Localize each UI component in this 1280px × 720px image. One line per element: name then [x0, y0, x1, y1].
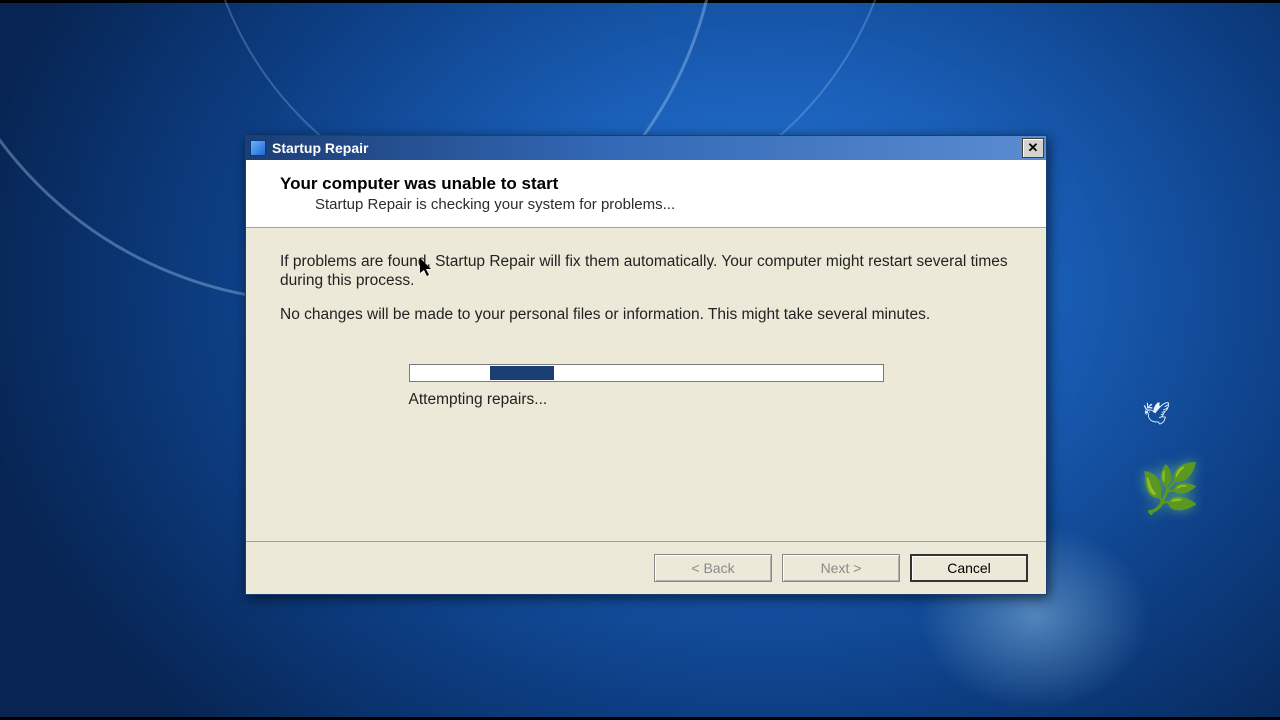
bird-icon: 🕊 [1142, 401, 1170, 427]
page-title: Your computer was unable to start [280, 174, 1012, 194]
body-paragraph-2: No changes will be made to your personal… [280, 305, 1012, 324]
progress-bar [409, 364, 884, 382]
page-subtitle: Startup Repair is checking your system f… [315, 196, 1012, 213]
desktop-background: 🌿 🕊 Startup Repair ✕ Your computer was u… [0, 0, 1280, 720]
body-paragraph-1: If problems are found, Startup Repair wi… [280, 252, 1012, 291]
plant-icon: 🌿 [1140, 460, 1200, 517]
startup-repair-dialog: Startup Repair ✕ Your computer was unabl… [245, 135, 1047, 595]
back-button: < Back [654, 554, 772, 582]
next-button: Next > [782, 554, 900, 582]
button-row: < Back Next > Cancel [246, 541, 1046, 594]
close-button[interactable]: ✕ [1022, 138, 1044, 158]
body-panel: If problems are found, Startup Repair wi… [246, 228, 1046, 420]
titlebar[interactable]: Startup Repair ✕ [246, 136, 1046, 160]
progress-label: Attempting repairs... [409, 390, 884, 409]
progress-chunk [490, 366, 554, 380]
close-icon: ✕ [1028, 140, 1039, 156]
window-title: Startup Repair [272, 140, 1022, 156]
app-icon [250, 140, 266, 156]
cancel-button[interactable]: Cancel [910, 554, 1028, 582]
header-panel: Your computer was unable to start Startu… [246, 160, 1046, 228]
